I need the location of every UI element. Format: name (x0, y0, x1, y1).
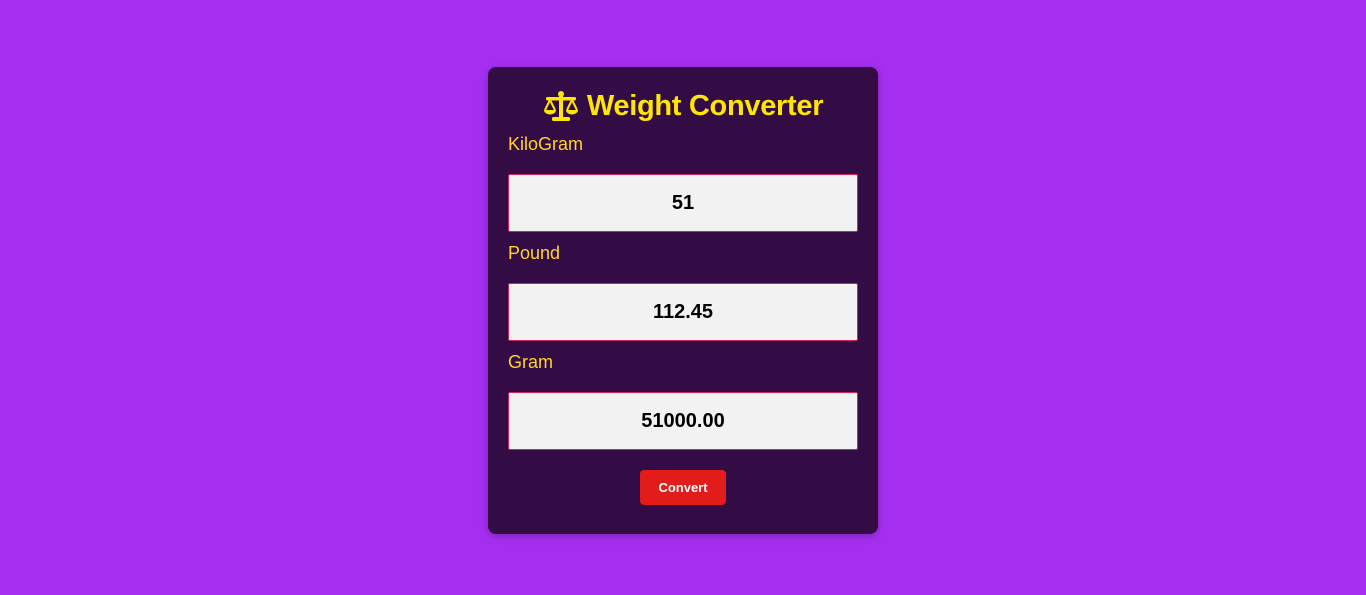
page-title-text: Weight Converter (586, 89, 824, 122)
gram-input[interactable] (508, 392, 858, 450)
convert-button[interactable]: Convert (640, 470, 726, 505)
gram-label: Gram (508, 352, 553, 372)
kilogram-input[interactable] (508, 174, 858, 232)
scale-balance-icon (543, 90, 579, 122)
page-title: Weight Converter (508, 87, 858, 125)
button-row: Convert (508, 470, 858, 505)
converter-card: Weight Converter KiloGram Pound Gram Con… (488, 67, 878, 534)
kilogram-label: KiloGram (508, 134, 584, 154)
pound-label: Pound (508, 243, 561, 263)
pound-input[interactable] (508, 283, 858, 341)
